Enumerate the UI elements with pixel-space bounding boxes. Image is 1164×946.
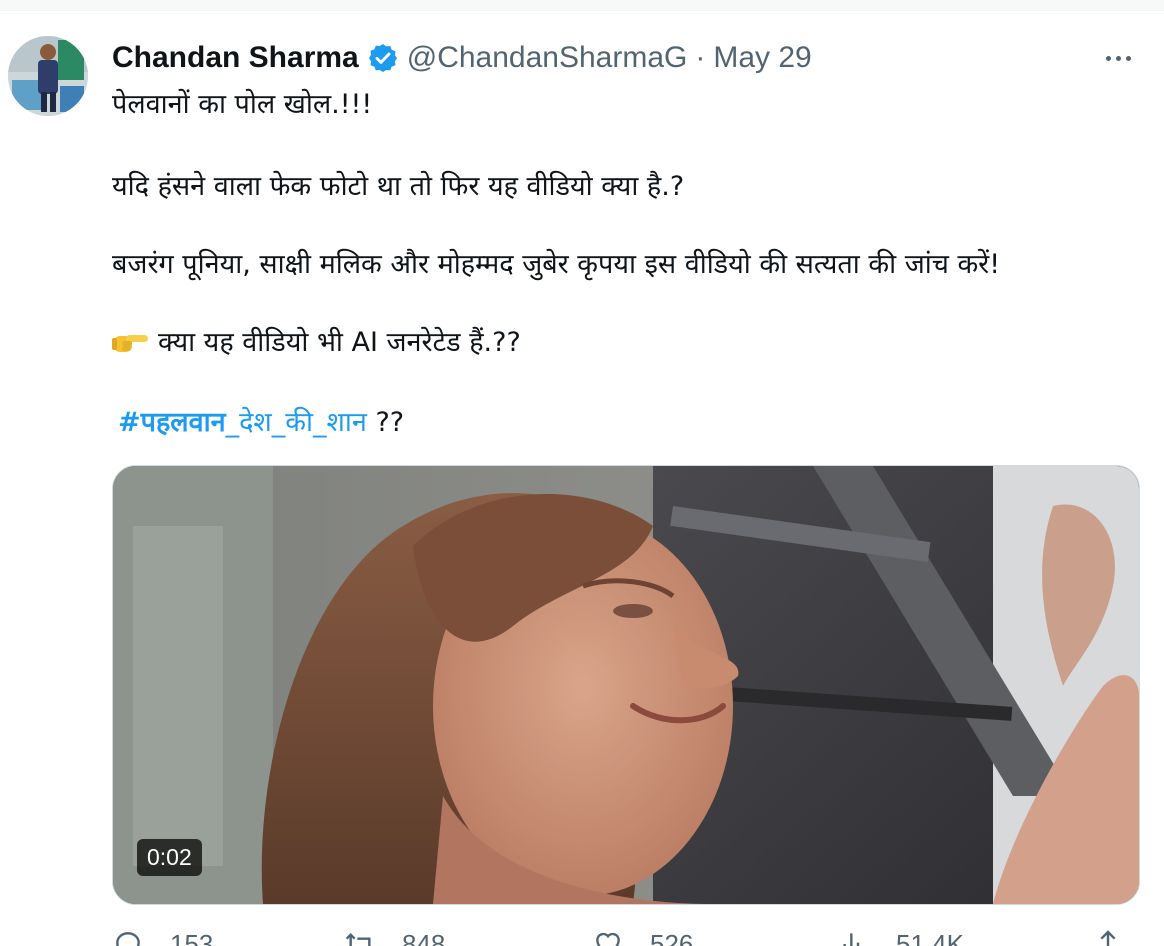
video-player[interactable]: 0:02 (112, 465, 1140, 905)
reply-button[interactable]: 153 (112, 928, 213, 946)
retweet-icon (344, 928, 376, 946)
hashtag-bold: #पहलवान (118, 407, 226, 438)
author-name[interactable]: Chandan Sharma (112, 41, 359, 75)
retweet-count: 848 (402, 928, 446, 946)
more-dot (1115, 55, 1121, 61)
views-button[interactable]: 51.4K (838, 928, 964, 946)
tweet-text-line-1: पेलवानों का पोल खोल.!!! (112, 89, 373, 120)
tweet-text-line-4-text: क्या यह वीडियो भी AI जनरेटेड हैं.?? (158, 327, 521, 358)
tweet-text-line-3: बजरंग पूनिया, साक्षी मलिक और मोहम्मद जुब… (112, 249, 1001, 280)
views-icon (838, 928, 870, 946)
tweet-date[interactable]: May 29 (713, 41, 811, 75)
reply-icon (112, 928, 144, 946)
author-handle[interactable]: @ChandanSharmaG (407, 41, 688, 75)
avatar[interactable] (8, 36, 88, 116)
video-timestamp: 0:02 (137, 839, 202, 876)
hashtag-link[interactable]: #पहलवान_देश_की_शान (118, 407, 367, 438)
tweet-card: Chandan Sharma @ChandanSharmaG · May 29 … (0, 0, 1164, 946)
tweet-header: Chandan Sharma @ChandanSharmaG · May 29 (112, 38, 812, 78)
hashtag-line: #पहलवान_देश_की_शान ?? (118, 402, 404, 439)
like-count: 526 (650, 928, 694, 946)
tweet-text-line-4: क्या यह वीडियो भी AI जनरेटेड हैं.?? (112, 322, 521, 359)
like-button[interactable]: 526 (592, 928, 693, 946)
avatar-image (8, 36, 88, 116)
retweet-button[interactable]: 848 (344, 928, 445, 946)
tweet-text-line-2: यदि हंसने वाला फेक फोटो था तो फिर यह वीड… (112, 171, 685, 202)
verified-badge-icon (367, 42, 399, 74)
action-bar: 153 848 526 51.4K (112, 928, 1138, 946)
more-dot (1105, 55, 1111, 61)
share-button[interactable] (1092, 928, 1150, 946)
hashtag-suffix: ?? (366, 407, 405, 438)
views-count: 51.4K (896, 928, 964, 946)
share-icon (1092, 928, 1124, 946)
more-icon[interactable] (1098, 44, 1138, 72)
pointing-hand-emoji (112, 328, 150, 354)
top-divider (0, 0, 1164, 11)
heart-icon (592, 928, 624, 946)
video-frame (113, 466, 1139, 904)
reply-count: 153 (170, 928, 214, 946)
more-dot (1125, 55, 1131, 61)
hashtag-rest: _देश_की_शान (225, 407, 367, 438)
separator-dot: · (695, 41, 706, 74)
